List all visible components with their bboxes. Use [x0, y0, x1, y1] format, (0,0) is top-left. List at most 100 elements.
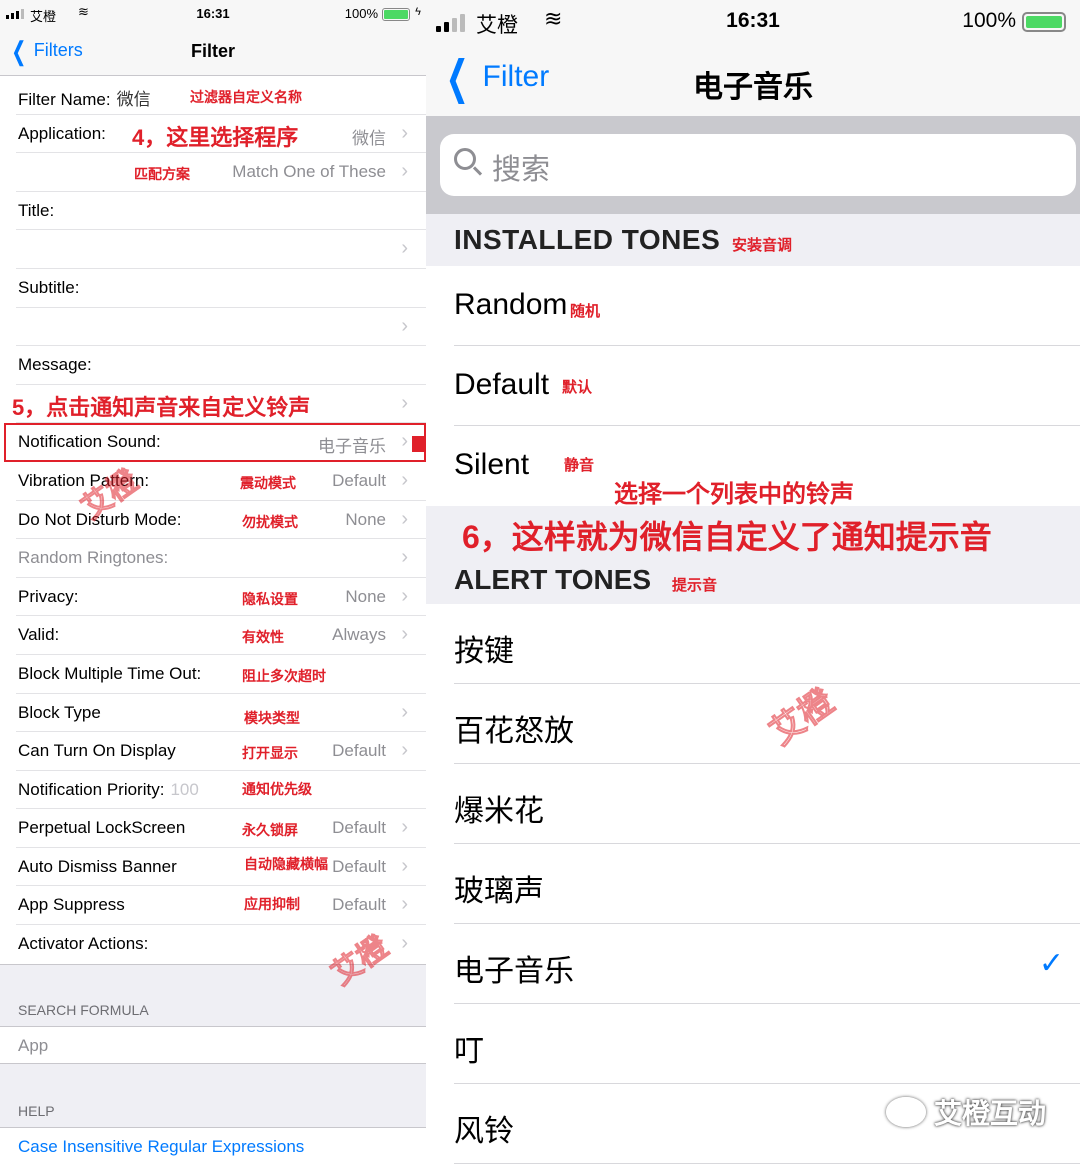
chevron-right-icon: ›	[401, 932, 408, 955]
alert-tones-header: 6，这样就为微信自定义了通知提示音 ALERT TONES 提示音	[426, 506, 1080, 604]
watermark-text: 艾橙互动	[933, 1098, 1046, 1129]
message-row: Message:	[16, 346, 426, 385]
annotation-label: 应用抑制	[244, 896, 300, 913]
row-value: 微信	[352, 128, 386, 148]
chevron-right-icon: ›	[401, 546, 408, 569]
row-label: Privacy:	[18, 586, 79, 606]
notification-sound-row[interactable]: Notification Sound: 电子音乐 ›	[4, 423, 426, 462]
row-label: Filter Name:	[18, 90, 111, 109]
tone-row[interactable]: 按键	[454, 604, 1080, 684]
block-timeout-row[interactable]: Block Multiple Time Out: 阻止多次超时	[16, 655, 426, 694]
status-bar: 艾橙 ≋ 16:31 100% ϟ	[0, 0, 426, 30]
row-label: Random Ringtones:	[18, 548, 169, 568]
help-link-row[interactable]: Case Insensitive Regular Expressions	[0, 1126, 426, 1164]
message-pattern-row[interactable]: 5，点击通知声音来自定义铃声 ›	[12, 385, 426, 424]
tone-label: Default	[454, 368, 550, 401]
row-label: Block Multiple Time Out:	[18, 663, 202, 683]
annotation-label: 4，这里选择程序	[132, 124, 299, 150]
row-label: App Suppress	[18, 895, 125, 915]
match-scheme-row[interactable]: 匹配方案 Match One of These ›	[16, 153, 426, 192]
valid-row[interactable]: Valid: 有效性 Always ›	[16, 616, 426, 655]
row-value: None	[345, 586, 386, 606]
chevron-right-icon: ›	[401, 314, 408, 337]
row-label: Can Turn On Display	[18, 741, 176, 761]
annotation-label: 5，点击通知声音来自定义铃声	[12, 394, 311, 420]
annotation-label: 通知优先级	[242, 780, 312, 797]
annotation-label: 隐私设置	[242, 590, 298, 607]
tone-label: 风铃	[454, 1115, 514, 1148]
chevron-right-icon: ›	[401, 237, 408, 260]
search-icon	[454, 148, 476, 170]
notification-priority-row[interactable]: Notification Priority: 100 通知优先级	[16, 771, 426, 810]
subtitle-row: Subtitle:	[16, 269, 426, 308]
tone-label: Silent	[454, 448, 530, 481]
page-title: Filter	[190, 41, 235, 61]
battery-icon	[382, 8, 410, 21]
application-row[interactable]: Application: 4，这里选择程序 微信 ›	[16, 115, 426, 154]
checkmark-icon: ✓	[1038, 947, 1064, 980]
section-header: ALERT TONES	[454, 564, 652, 595]
tone-row-silent[interactable]: Silent 静音 选择一个列表中的铃声	[454, 426, 1080, 508]
row-value: None	[345, 509, 386, 529]
navigation-bar: ❮ Filters Filter	[0, 30, 426, 76]
annotation-label: 阻止多次超时	[242, 667, 326, 684]
block-type-row[interactable]: Block Type 模块类型 ›	[16, 694, 426, 733]
annotation-label: 静音	[564, 457, 595, 474]
wechat-icon	[885, 1097, 926, 1127]
tone-label: 玻璃声	[454, 875, 544, 908]
watermark: 艾橙互动	[885, 1092, 1046, 1132]
installed-tones-header: INSTALLED TONES 安装音调	[426, 214, 1080, 266]
page-title: 电子音乐	[693, 71, 813, 104]
title-pattern-row[interactable]: ›	[16, 230, 426, 269]
turn-on-display-row[interactable]: Can Turn On Display 打开显示 Default ›	[16, 732, 426, 771]
row-label: Notification Sound:	[18, 432, 161, 452]
chevron-right-icon: ›	[401, 160, 408, 183]
annotation-label: 默认	[562, 379, 593, 396]
chevron-right-icon: ›	[401, 816, 408, 839]
title-row: Title:	[16, 192, 426, 231]
section-header: INSTALLED TONES	[454, 224, 721, 255]
annotation-label: 有效性	[242, 629, 284, 646]
chevron-right-icon: ›	[401, 121, 408, 144]
subtitle-pattern-row[interactable]: ›	[16, 308, 426, 347]
tone-label: 百花怒放	[454, 715, 574, 748]
row-value: Match One of These	[232, 162, 386, 182]
tone-row-selected[interactable]: 电子音乐 ✓	[454, 924, 1080, 1004]
priority-input[interactable]: 100	[170, 780, 198, 799]
row-value: 电子音乐	[318, 437, 386, 457]
row-label: Message:	[18, 355, 92, 375]
do-not-disturb-row[interactable]: Do Not Disturb Mode: 勿扰模式 None ›	[16, 501, 426, 540]
row-label: Subtitle:	[18, 277, 80, 297]
chevron-right-icon: ›	[401, 391, 408, 414]
random-ringtones-row[interactable]: Random Ringtones: ›	[16, 539, 426, 578]
row-label: Title:	[18, 200, 55, 220]
status-bar: 艾橙 ≋ 16:31 100%	[426, 0, 1080, 44]
tone-row[interactable]: 玻璃声	[454, 844, 1080, 924]
perpetual-lockscreen-row[interactable]: Perpetual LockScreen 永久锁屏 Default ›	[16, 809, 426, 848]
search-formula-value: App	[18, 1035, 49, 1055]
row-label: Notification Priority:	[18, 779, 165, 799]
tone-row-default[interactable]: Default 默认	[454, 346, 1080, 426]
filter-settings-screen: 艾橙 ≋ 16:31 100% ϟ ❮ Filters Filter Filte…	[0, 0, 426, 1164]
filter-name-field[interactable]: Filter Name: 微信 过滤器自定义名称	[16, 76, 426, 115]
row-label: Auto Dismiss Banner	[18, 856, 177, 876]
search-bar-container: 搜索	[426, 116, 1080, 214]
battery-percent: 100%	[344, 6, 378, 21]
annotation-label: 安装音调	[732, 237, 793, 254]
battery-icon	[1022, 12, 1066, 32]
privacy-row[interactable]: Privacy: 隐私设置 None ›	[16, 578, 426, 617]
annotation-label: 选择一个列表中的铃声	[614, 481, 854, 508]
tone-row[interactable]: 叮	[454, 1004, 1080, 1084]
annotation-label: 随机	[570, 303, 601, 320]
charging-icon: ϟ	[415, 6, 421, 18]
app-suppress-row[interactable]: App Suppress 应用抑制 Default ›	[16, 886, 426, 926]
tone-row-random[interactable]: Random 随机	[454, 266, 1080, 346]
search-formula-field[interactable]: App	[0, 1025, 426, 1064]
tone-row[interactable]: 爆米花	[454, 764, 1080, 844]
search-input[interactable]: 搜索	[440, 134, 1076, 196]
help-link[interactable]: Case Insensitive Regular Expressions	[18, 1137, 304, 1157]
chevron-right-icon: ›	[401, 854, 408, 877]
annotation-label: 勿扰模式	[242, 513, 298, 530]
chevron-right-icon: ›	[401, 623, 408, 646]
auto-dismiss-banner-row[interactable]: Auto Dismiss Banner Default 自动隐藏横幅 ›	[16, 848, 426, 887]
